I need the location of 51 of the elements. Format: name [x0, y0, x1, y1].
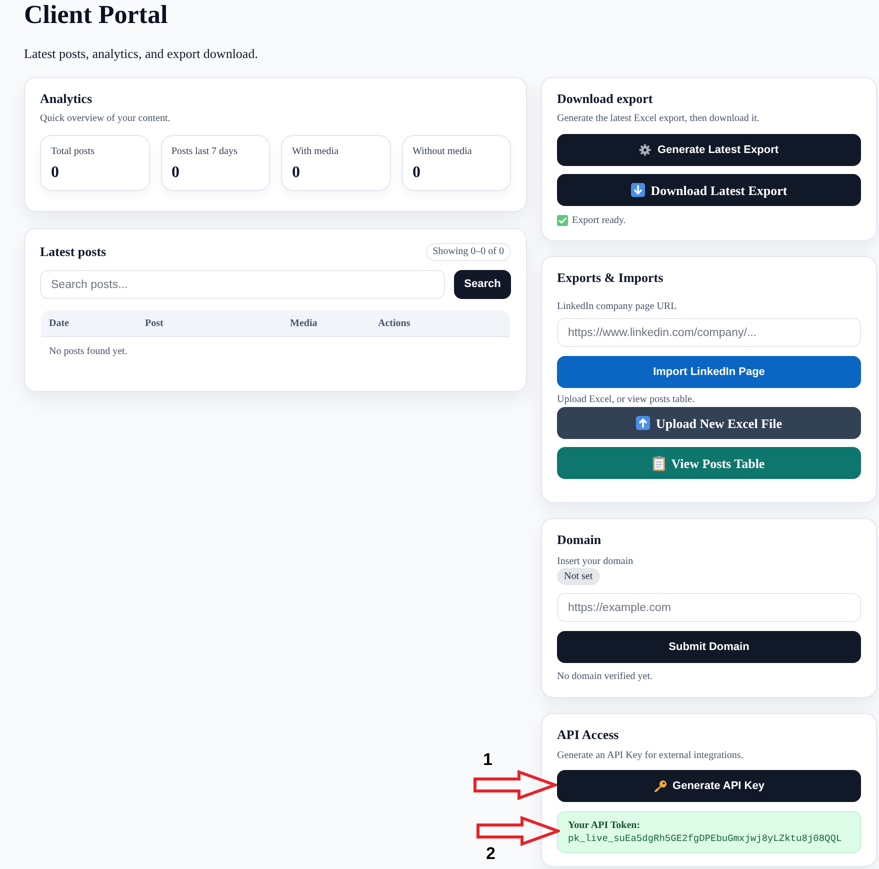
column-header: Media	[290, 316, 318, 330]
search-field[interactable]: Search posts...	[40, 270, 445, 299]
stat-label: With media	[292, 145, 340, 158]
upload-button[interactable]: Upload New Excel File	[557, 407, 861, 439]
page-subtitle: Latest posts, analytics, and export download.	[24, 46, 258, 62]
generate-export-button[interactable]: Generate Latest Export	[557, 134, 861, 166]
stat-value: 0	[292, 163, 301, 182]
card-title: Latest posts	[40, 244, 106, 260]
card-title: Domain	[557, 532, 602, 548]
field-label: LinkedIn company page URL	[557, 300, 677, 313]
clipboard-icon	[653, 456, 666, 470]
column-header: Actions	[378, 316, 410, 330]
gear-icon	[639, 144, 652, 156]
column-header: Date	[49, 316, 69, 330]
status-badge: Not set	[557, 568, 600, 585]
search-button[interactable]: Search	[454, 270, 511, 299]
card-subtitle: Insert your domain	[557, 555, 634, 568]
annotation-number: 2	[486, 844, 496, 863]
card-title: Download export	[557, 91, 654, 107]
count-badge: Showing 0–0 of 0	[426, 243, 511, 261]
download-export-button[interactable]: Download Latest Export	[557, 174, 861, 206]
checkmark-icon	[557, 214, 568, 226]
card-subtitle: Generate an API Key for external integrations.	[557, 749, 744, 762]
stat-label: Posts last 7 days	[172, 145, 238, 158]
key-icon	[654, 780, 667, 792]
domain-field[interactable]: https://example.com	[557, 593, 861, 622]
card-subtitle: No domain verified yet.	[557, 670, 654, 683]
import-button[interactable]: Import LinkedIn Page	[557, 356, 861, 388]
stat-value: 0	[412, 163, 422, 182]
card-title: Exports & Imports	[557, 270, 664, 286]
empty-message: No posts found yet.	[49, 344, 128, 358]
card-title: API Access	[557, 727, 620, 743]
generate-key-button[interactable]: Generate API Key	[557, 770, 861, 802]
stat-label: Without media	[412, 145, 473, 158]
token-label: Your API Token:	[568, 819, 640, 832]
stat-value: 0	[51, 163, 60, 182]
view-table-button[interactable]: View Posts Table	[557, 447, 861, 479]
stat-value: 0	[172, 163, 180, 182]
card-subtitle: Upload Excel, or view posts table.	[557, 393, 696, 406]
status-text: Export ready.	[572, 214, 626, 228]
down-arrow-icon	[630, 183, 645, 197]
page-title: Client Portal	[24, 0, 168, 30]
card-subtitle: Generate the latest Excel export, then download it.	[557, 112, 760, 125]
column-header: Post	[145, 316, 164, 330]
stat-label: Total posts	[51, 145, 96, 158]
url-field[interactable]: https://www.linkedin.com/company/...	[557, 318, 861, 347]
submit-domain-button[interactable]: Submit Domain	[557, 631, 861, 663]
annotation-number: 1	[483, 750, 492, 769]
card-title: Analytics	[40, 91, 93, 107]
api-token: pk_live_suEa5dgRh5GE2fgDPEbuGmxjwj8yLZktu8j08QQL	[568, 832, 842, 845]
card-subtitle: Quick overview of your content.	[40, 112, 172, 125]
